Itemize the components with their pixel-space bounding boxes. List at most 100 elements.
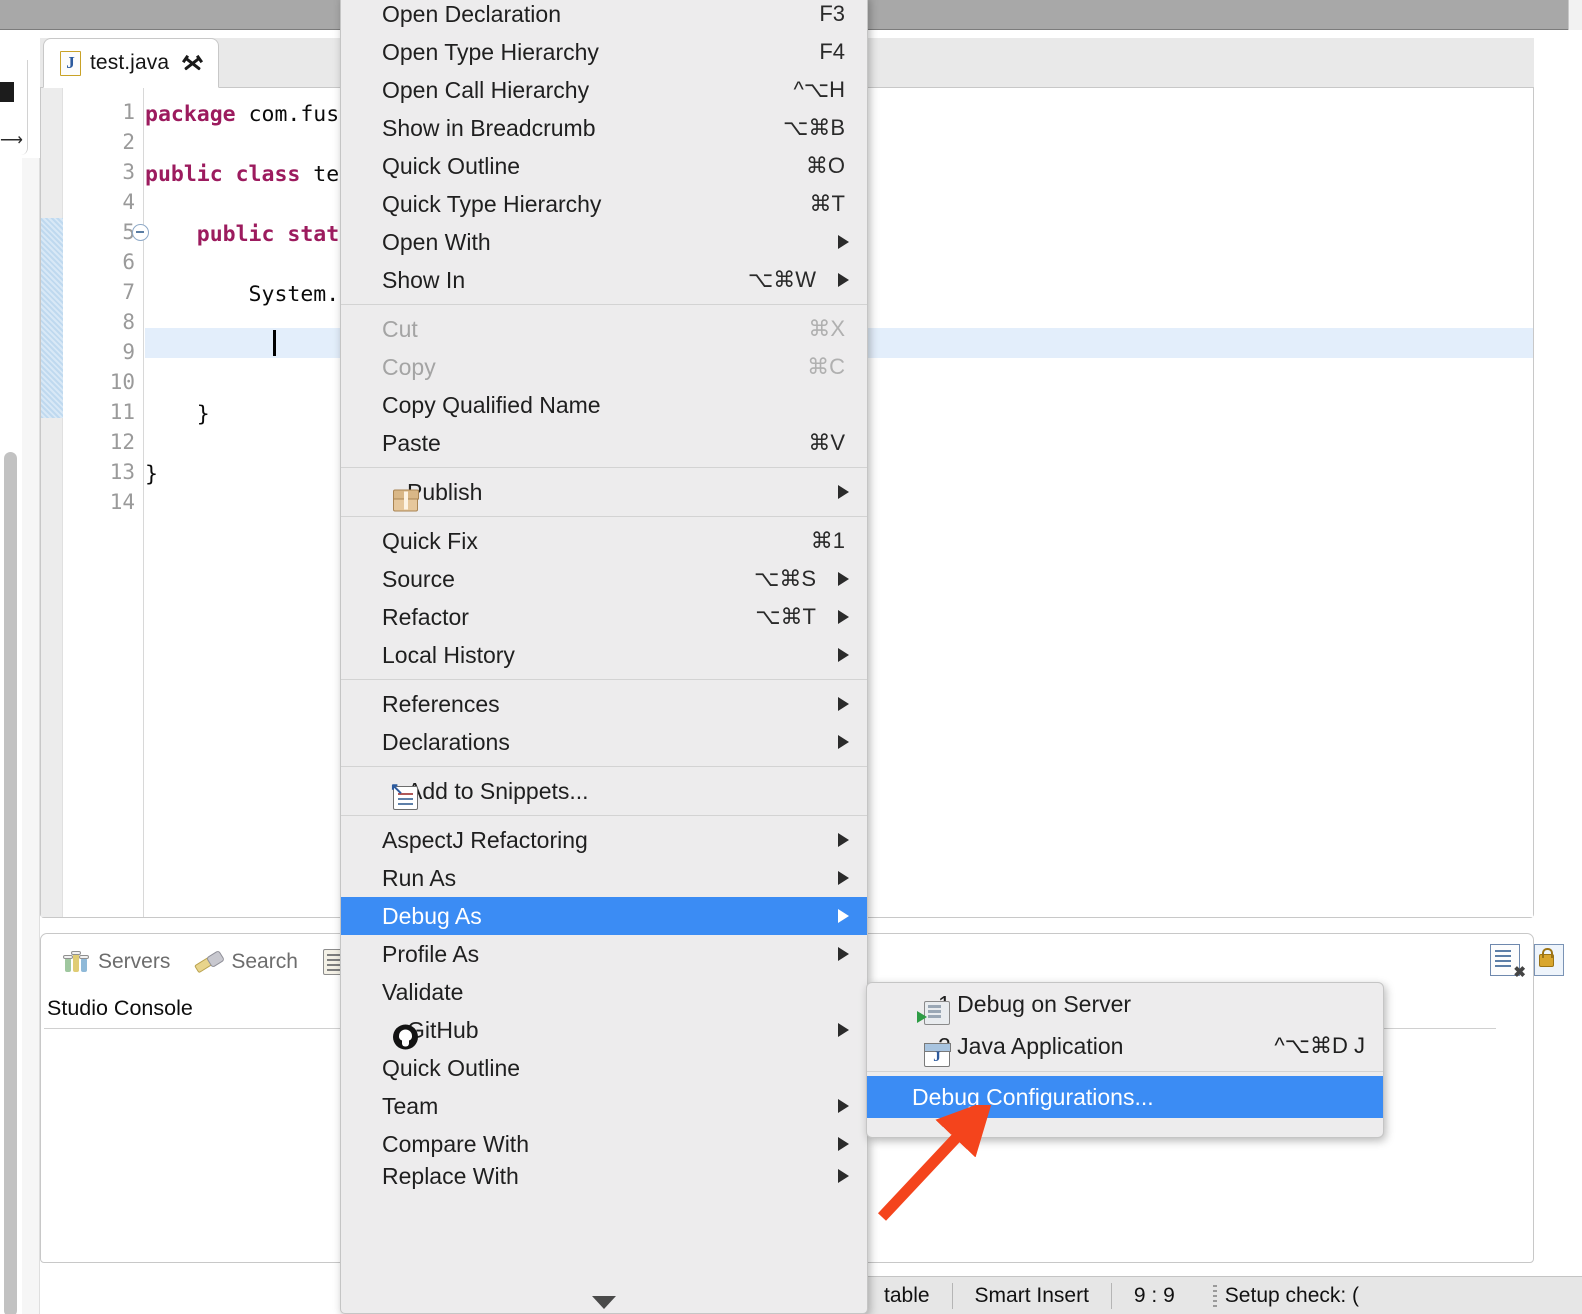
menu-item-label: Debug As (382, 902, 482, 929)
menu-item-label: Validate (382, 978, 464, 1005)
menu-item-shortcut: ⌥⌘B (782, 115, 845, 140)
menu-item-team[interactable]: Team (341, 1087, 867, 1125)
tab-search-label: Search (231, 950, 298, 973)
menu-item-local-history[interactable]: Local History (341, 636, 867, 674)
menu-item-label: References (382, 690, 500, 717)
line-number: 12 (109, 430, 135, 454)
menu-item-replace-with[interactable]: Replace With (341, 1163, 867, 1189)
editor-tab-test-java[interactable]: test.java (43, 38, 220, 88)
tab-search[interactable]: Search (186, 939, 307, 985)
menu-item-compare-with[interactable]: Compare With (341, 1125, 867, 1163)
menu-item-quick-outline[interactable]: Quick Outline (341, 1049, 867, 1087)
line-number: 13 (109, 460, 135, 484)
left-panel-gutter (22, 158, 40, 1314)
tab-servers-label: Servers (98, 950, 171, 973)
menu-item-debug-as[interactable]: Debug As (341, 897, 867, 935)
menu-item-aspectj-refactoring[interactable]: AspectJ Refactoring (341, 821, 867, 859)
line-number: 1 (122, 100, 135, 124)
status-insert-mode: Smart Insert (974, 1283, 1089, 1307)
submenu-arrow-icon (838, 871, 849, 885)
menu-item-validate[interactable]: Validate (341, 973, 867, 1011)
menu-item-quick-outline[interactable]: Quick Outline ⌘O (341, 147, 867, 185)
status-bar: table Smart Insert 9 : 9 Setup check: ( (862, 1276, 1582, 1314)
menu-item-copy-qualified-name[interactable]: Copy Qualified Name (341, 386, 867, 424)
menu-item-show-in-breadcrumb[interactable]: Show in Breadcrumb ⌥⌘B (341, 109, 867, 147)
menu-item-add-to-snippets[interactable]: Add to Snippets... (341, 772, 867, 810)
menu-item-paste[interactable]: Paste ⌘V (341, 424, 867, 462)
menu-item-label: Open Call Hierarchy (382, 76, 590, 103)
menu-item-label: Show In (382, 266, 466, 293)
submenu-arrow-icon (838, 833, 849, 847)
menu-item-label: Profile As (382, 940, 480, 967)
github-icon (393, 1024, 418, 1049)
snippet-icon (390, 779, 418, 810)
lock-scroll-icon[interactable] (1534, 944, 1564, 976)
menu-item-publish[interactable]: Publish (341, 473, 867, 511)
menu-item-label: AspectJ Refactoring (382, 826, 588, 853)
collapsed-view-arrow-icon[interactable]: ⟶ (0, 133, 23, 149)
left-panel-scrollbar[interactable] (4, 452, 17, 1314)
menu-separator (341, 516, 867, 517)
menu-item-open-call-hierarchy[interactable]: Open Call Hierarchy ^⌥H (341, 71, 867, 109)
marker-bar (41, 88, 63, 917)
menu-item-quick-type-hierarchy[interactable]: Quick Type Hierarchy ⌘T (341, 185, 867, 223)
submenu-arrow-icon (838, 1099, 849, 1113)
menu-item-references[interactable]: References (341, 685, 867, 723)
menu-item-label: Compare With (382, 1130, 529, 1157)
marker-bar-highlight (41, 218, 63, 418)
console-toolbar (1490, 944, 1564, 981)
menu-item-shortcut: ⌘1 (810, 528, 845, 553)
menu-item-declarations[interactable]: Declarations (341, 723, 867, 761)
line-number: 2 (122, 130, 135, 154)
menu-item-quick-fix[interactable]: Quick Fix ⌘1 (341, 522, 867, 560)
line-number: 9 (122, 340, 135, 364)
clear-console-icon[interactable] (1490, 944, 1526, 981)
menu-item-refactor[interactable]: Refactor ⌥⌘T (341, 598, 867, 636)
menu-item-source[interactable]: Source ⌥⌘S (341, 560, 867, 598)
line-number: 6 (122, 250, 135, 274)
menu-separator (341, 304, 867, 305)
menu-separator (341, 815, 867, 816)
menu-item-label: Copy (382, 353, 436, 380)
menu-item-shortcut: ⌘O (805, 153, 845, 178)
menu-item-label: Declarations (382, 728, 510, 755)
status-drag-handle[interactable] (1212, 1284, 1217, 1307)
menu-item-label: Run As (382, 864, 457, 891)
close-icon[interactable] (181, 52, 204, 75)
menu-item-open-with[interactable]: Open With (341, 223, 867, 261)
menu-item-label: Quick Outline (382, 152, 521, 179)
menu-item-profile-as[interactable]: Profile As (341, 935, 867, 973)
menu-item-run-as[interactable]: Run As (341, 859, 867, 897)
scroll-down-arrow-icon[interactable] (592, 1296, 616, 1309)
menu-separator (341, 679, 867, 680)
submenu-arrow-icon (838, 947, 849, 961)
menu-item-show-in[interactable]: Show In ⌥⌘W (341, 261, 867, 299)
submenu-arrow-icon (838, 1169, 849, 1183)
menu-item-label: Open With (382, 228, 491, 255)
console-title: Studio Console (47, 996, 193, 1020)
submenu-arrow-icon (838, 485, 849, 499)
menu-item-github[interactable]: GitHub (341, 1011, 867, 1049)
menu-item-open-type-hierarchy[interactable]: Open Type Hierarchy F4 (341, 33, 867, 71)
menu-item-shortcut: ^⌥H (793, 77, 845, 102)
menu-item-label: Local History (382, 641, 515, 668)
menu-item-label: Quick Outline (382, 1054, 521, 1081)
menu-separator (341, 766, 867, 767)
status-cursor-position: 9 : 9 (1133, 1283, 1175, 1307)
context-menu[interactable]: Open Declaration F3 Open Type Hierarchy F4 O… (340, 0, 868, 1314)
submenu-arrow-icon (838, 648, 849, 662)
editor-tab-label: test.java (90, 51, 170, 74)
submenu-item-2-java-application[interactable]: 2 Java Application ^⌥⌘D J (867, 1025, 1383, 1067)
submenu-item-1-debug-on-server[interactable]: 1 Debug on Server (867, 983, 1383, 1025)
submenu-arrow-icon (838, 610, 849, 624)
menu-separator (341, 467, 867, 468)
line-number: 3 (122, 160, 135, 184)
menu-item-open-declaration[interactable]: Open Declaration F3 (341, 0, 867, 33)
submenu-arrow-icon (838, 909, 849, 923)
menu-item-shortcut: ⌥⌘S (753, 566, 816, 591)
line-number: 11 (109, 400, 135, 424)
publish-box-icon (392, 489, 419, 511)
collapsed-view-icon[interactable] (0, 82, 14, 102)
menu-item-cut: Cut ⌘X (341, 310, 867, 348)
tab-servers[interactable]: Servers (55, 939, 179, 985)
